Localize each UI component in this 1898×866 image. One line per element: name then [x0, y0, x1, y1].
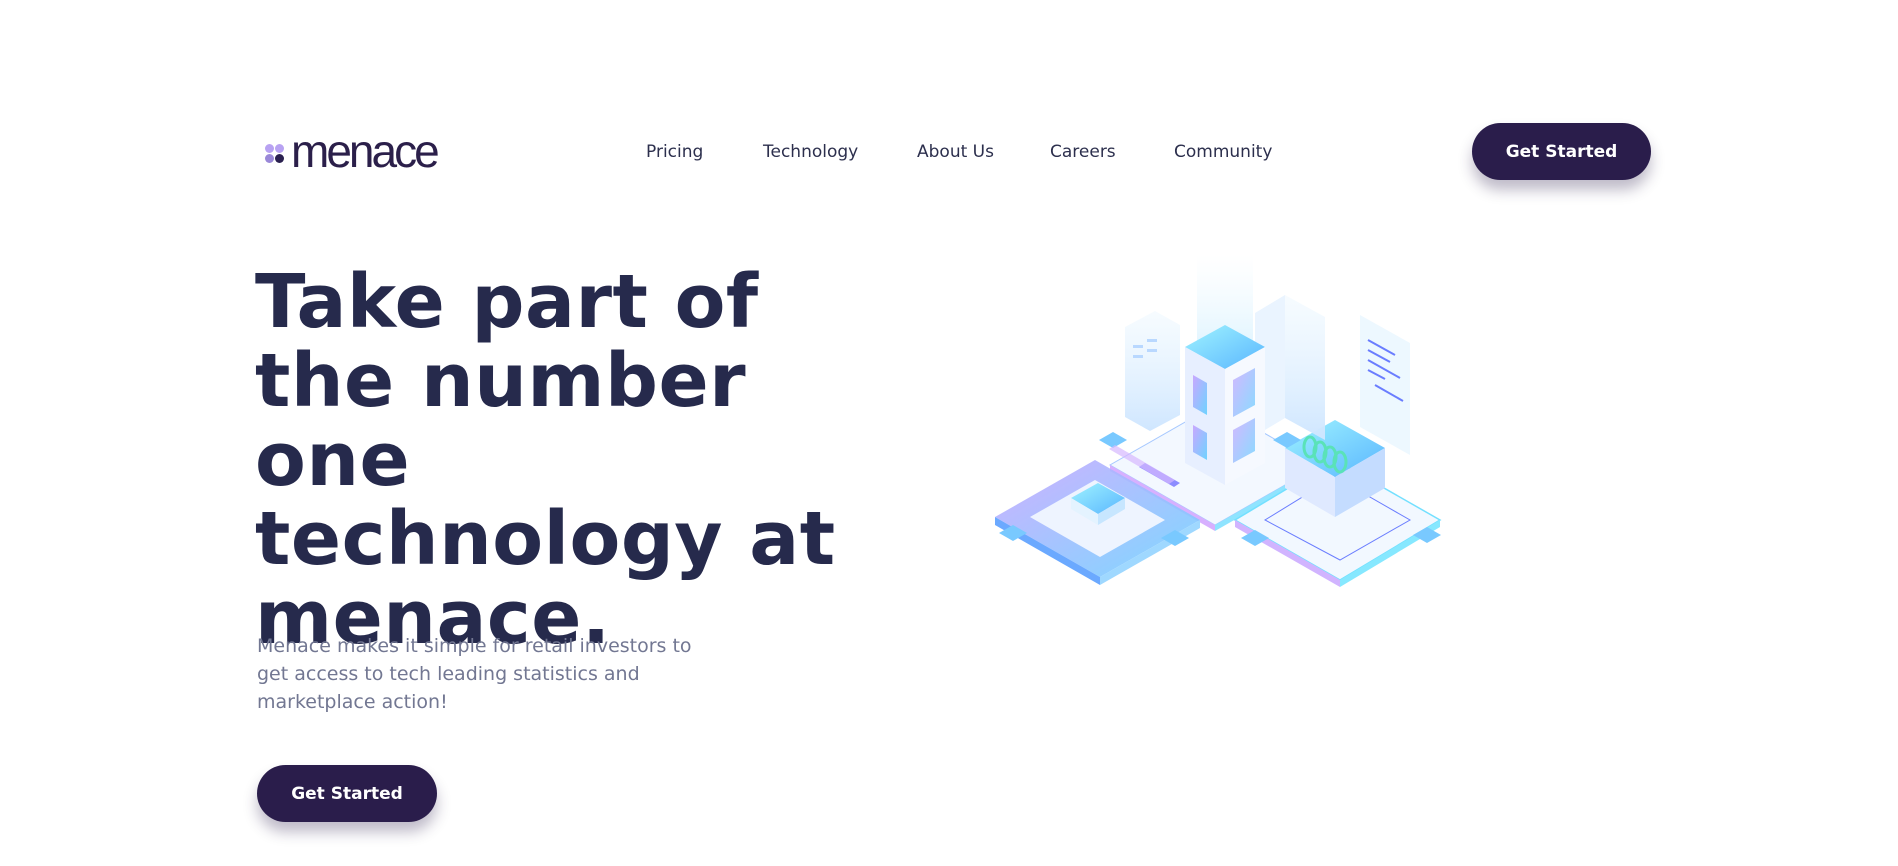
nav-item-technology[interactable]: Technology — [763, 140, 858, 164]
isometric-tech-city-illustration — [995, 255, 1442, 587]
hero-subtitle: Menace makes it simple for retail invest… — [257, 635, 692, 713]
nav-item-community[interactable]: Community — [1174, 140, 1272, 164]
site-header: menace Pricing Technology About Us Caree… — [0, 0, 1898, 200]
nav-item-pricing[interactable]: Pricing — [646, 140, 703, 164]
header-get-started-button[interactable]: Get Started — [1472, 123, 1651, 180]
hero-get-started-button[interactable]: Get Started — [257, 765, 437, 822]
nav-item-careers[interactable]: Careers — [1050, 140, 1116, 164]
nav-item-about-us[interactable]: About Us — [917, 140, 994, 164]
hero-title: Take part of the number one technology a… — [255, 259, 836, 661]
